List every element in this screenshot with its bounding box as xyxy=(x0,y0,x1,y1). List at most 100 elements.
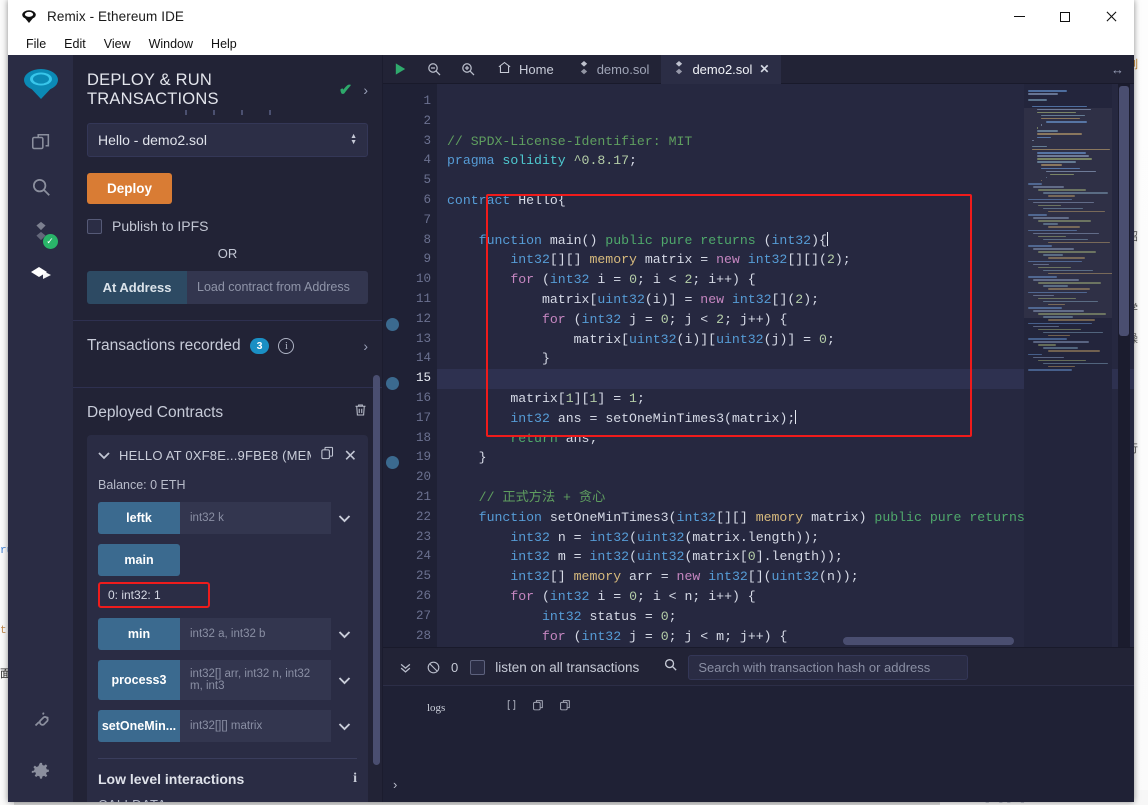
deploy-run-icon[interactable] xyxy=(18,253,64,297)
line-number-22: 22 xyxy=(415,509,431,524)
copy-icon-2[interactable] xyxy=(559,698,572,717)
zoom-out-icon[interactable] xyxy=(417,55,451,84)
contract-card-header[interactable]: HELLO AT 0XF8E...9FBE8 (MEMORY) ✕ xyxy=(98,445,357,466)
at-address-input[interactable]: Load contract from Address xyxy=(187,271,368,304)
menu-file[interactable]: File xyxy=(18,35,54,53)
transaction-search-input[interactable]: Search with transaction hash or address xyxy=(688,654,969,680)
line-number-8: 8 xyxy=(423,232,431,247)
app-body: ✓ DEPLOY & RUN TRANSACTIONS ✔ › Hello - … xyxy=(8,54,1134,802)
zoom-in-icon[interactable] xyxy=(451,55,485,84)
search-icon-terminal[interactable] xyxy=(663,657,678,677)
minimap-line xyxy=(1028,322,1092,325)
window-title: Remix - Ethereum IDE xyxy=(47,9,185,24)
menu-window[interactable]: Window xyxy=(141,35,201,53)
line-number-3: 3 xyxy=(423,133,431,148)
info-icon[interactable]: i xyxy=(278,338,295,354)
line-number-28: 28 xyxy=(415,628,431,643)
minimap-line xyxy=(1033,341,1089,343)
low-level-info-icon[interactable]: i xyxy=(353,771,357,787)
terminal-log-area: logs › xyxy=(383,686,1134,802)
remix-home-logo[interactable] xyxy=(19,63,63,107)
transactions-recorded-row[interactable]: Transactions recorded 3 i › xyxy=(87,321,368,371)
trash-icon[interactable] xyxy=(353,402,368,423)
sidepanel-scrollbar[interactable] xyxy=(373,375,380,765)
function-button-setonemintimes3[interactable]: setOneMin... xyxy=(98,710,180,742)
function-button-main[interactable]: main xyxy=(98,544,180,576)
minimap-line xyxy=(1028,93,1058,95)
function-expand-leftk-icon[interactable] xyxy=(331,502,357,534)
copy-icon[interactable] xyxy=(320,445,335,466)
solidity-compiler-icon[interactable]: ✓ xyxy=(18,209,64,253)
function-input-setonemintimes3[interactable]: int32[][] matrix xyxy=(180,710,331,742)
function-expand-process3-icon[interactable] xyxy=(331,660,357,700)
listen-transactions-label: listen on all transactions xyxy=(495,659,640,675)
calldata-label: CALLDATA xyxy=(98,797,357,802)
code-editor[interactable]: 1 2 3 4 5 6 7 8 9 10 11 12 13 14 15 16 17 18 19 20 21 22 23 24 2… xyxy=(383,84,1134,647)
play-icon[interactable] xyxy=(383,55,417,84)
chevrons-down-icon[interactable] xyxy=(391,652,419,682)
menubar: File Edit View Window Help xyxy=(8,33,1134,55)
ban-icon[interactable] xyxy=(419,652,447,682)
contract-close-icon[interactable]: ✕ xyxy=(344,446,357,466)
menu-view[interactable]: View xyxy=(96,35,139,53)
function-input-leftk[interactable]: int32 k xyxy=(180,502,331,534)
minimap-line xyxy=(1032,105,1088,108)
plug-icon[interactable] xyxy=(18,698,64,742)
editor-expand-icon[interactable]: ↔ xyxy=(1111,62,1124,77)
file-explorer-icon[interactable] xyxy=(18,121,64,165)
line-number-21: 21 xyxy=(415,489,431,504)
panel-scroll-area: Hello - demo2.sol ▲ ▼ Deploy Publish to I… xyxy=(73,95,382,802)
minimap-slider[interactable] xyxy=(1024,108,1112,318)
function-button-leftk[interactable]: leftk xyxy=(98,502,180,534)
function-input-process3[interactable]: int32[] arr, int32 n, int32 m, int3 xyxy=(180,660,331,700)
panel-truncated-row xyxy=(87,105,368,119)
transactions-chevron-icon[interactable]: › xyxy=(363,338,368,354)
tab-home[interactable]: Home xyxy=(485,55,566,84)
publish-ipfs-checkbox[interactable] xyxy=(87,218,102,234)
editor-scrollbar[interactable] xyxy=(1118,84,1130,647)
line-number-15: 15 xyxy=(415,371,431,386)
deploy-run-panel: DEPLOY & RUN TRANSACTIONS ✔ › Hello - de… xyxy=(73,55,383,802)
minimap-line xyxy=(1038,359,1086,362)
tab-demo-sol[interactable]: demo.sol xyxy=(566,55,662,84)
breakpoint-line-19[interactable] xyxy=(386,456,399,469)
tab-close-icon[interactable]: ✕ xyxy=(759,62,769,76)
gear-icon[interactable] xyxy=(18,750,64,794)
at-address-button[interactable]: At Address xyxy=(87,271,187,304)
editor-hscrollbar[interactable] xyxy=(843,637,1014,645)
minimize-button[interactable] xyxy=(996,0,1042,33)
tab-demo2-sol[interactable]: demo2.sol ✕ xyxy=(661,54,782,84)
function-expand-setonemintimes3-icon[interactable] xyxy=(331,710,357,742)
maximize-button[interactable] xyxy=(1042,0,1088,33)
brackets-icon[interactable] xyxy=(505,698,518,717)
function-button-min[interactable]: min xyxy=(98,618,180,650)
menu-help[interactable]: Help xyxy=(203,35,245,53)
contract-address-label: HELLO AT 0XF8E...9FBE8 (MEMORY) xyxy=(119,448,311,463)
listen-transactions-checkbox[interactable] xyxy=(470,659,486,675)
editor-toolbar: Home demo.sol demo2.sol ✕ ↔ xyxy=(383,54,1134,84)
breakpoint-line-15[interactable] xyxy=(386,377,399,390)
line-number-1: 1 xyxy=(423,94,431,108)
line-number-7: 7 xyxy=(423,212,431,227)
function-input-min[interactable]: int32 a, int32 b xyxy=(180,618,331,650)
contract-select[interactable]: Hello - demo2.sol ▲ ▼ xyxy=(87,123,368,157)
search-icon[interactable] xyxy=(18,165,64,209)
function-expand-min-icon[interactable] xyxy=(331,618,357,650)
close-button[interactable] xyxy=(1088,0,1134,33)
chevron-down-icon[interactable] xyxy=(98,449,110,463)
deploy-button[interactable]: Deploy xyxy=(87,173,173,204)
function-button-process3[interactable]: process3 xyxy=(98,660,180,700)
publish-ipfs-row[interactable]: Publish to IPFS xyxy=(87,218,368,234)
titlebar: Remix - Ethereum IDE xyxy=(8,0,1134,33)
editor-scrollbar-thumb[interactable] xyxy=(1119,86,1129,336)
breakpoint-line-12[interactable] xyxy=(386,318,399,331)
menu-edit[interactable]: Edit xyxy=(56,35,94,53)
copy-icon-1[interactable] xyxy=(532,698,545,717)
minimap-line xyxy=(1048,365,1075,368)
breakpoint-gutter[interactable] xyxy=(383,84,403,647)
line-number-14: 14 xyxy=(415,351,431,366)
minimap-line xyxy=(1028,369,1072,371)
publish-ipfs-label: Publish to IPFS xyxy=(112,218,209,234)
line-number-16: 16 xyxy=(415,390,431,405)
function-row-setonemintimes3: setOneMin... int32[][] matrix xyxy=(98,710,357,742)
